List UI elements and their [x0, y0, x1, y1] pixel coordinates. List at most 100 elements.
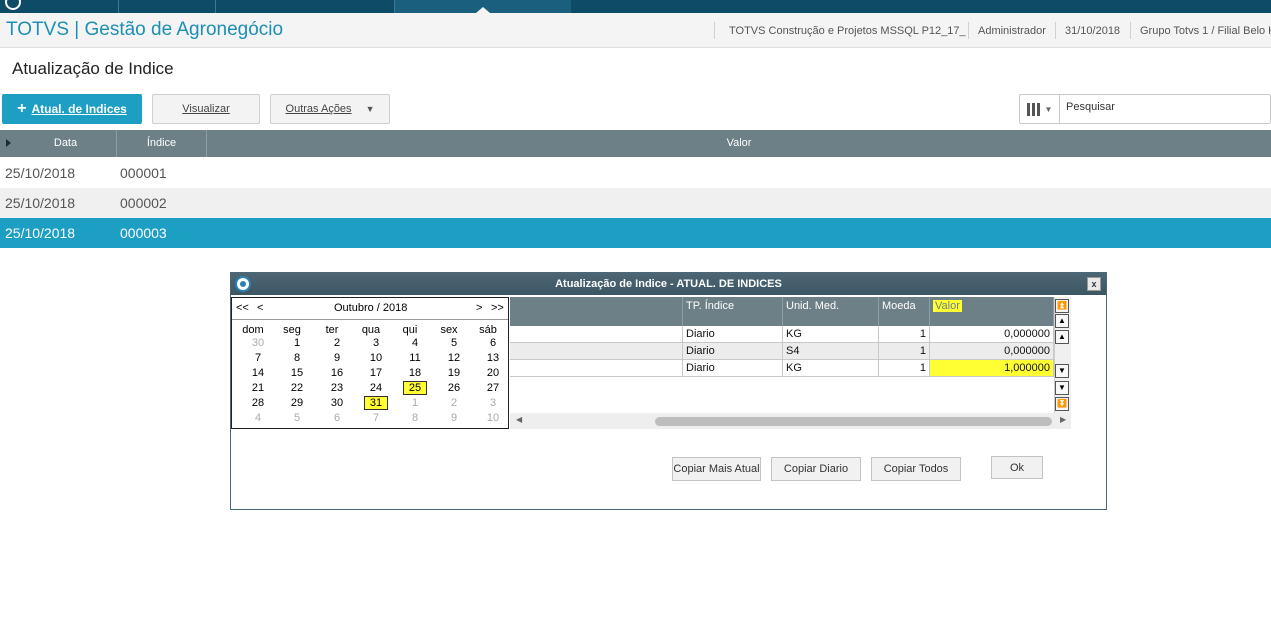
inner-cell-valor[interactable]: 0,000000: [930, 343, 1054, 360]
view-button[interactable]: Visualizar: [152, 94, 260, 124]
calendar-day[interactable]: 30: [246, 336, 270, 350]
calendar-day[interactable]: 2: [325, 336, 349, 350]
scroll-top-icon[interactable]: ⏫: [1055, 299, 1069, 313]
search-input[interactable]: Pesquisar: [1066, 101, 1115, 113]
table-row[interactable]: 25/10/2018 000001: [0, 158, 1271, 188]
calendar-day[interactable]: 23: [325, 381, 349, 395]
inner-column-header-valor[interactable]: Valor: [930, 297, 1054, 326]
calendar-day[interactable]: 8: [285, 351, 309, 365]
calendar-day[interactable]: 4: [403, 336, 427, 350]
scroll-page-up-icon[interactable]: ▲: [1055, 314, 1069, 328]
calendar-day[interactable]: 1: [285, 336, 309, 350]
copy-latest-button[interactable]: Copiar Mais Atual: [672, 457, 761, 481]
calendar-day[interactable]: 29: [285, 396, 309, 410]
calendar-day[interactable]: 7: [364, 411, 388, 425]
calendar-weekday-label: ter: [325, 324, 339, 336]
calendar-day[interactable]: 10: [481, 411, 505, 425]
scroll-left-icon[interactable]: ◀: [516, 415, 522, 424]
calendar-day[interactable]: 19: [442, 366, 466, 380]
calendar-day[interactable]: 10: [364, 351, 388, 365]
user-label[interactable]: Administrador: [978, 25, 1046, 37]
prev-year-button[interactable]: <<: [236, 302, 249, 314]
inner-cell-unid[interactable]: S4: [783, 343, 879, 360]
calendar-day[interactable]: 31: [364, 396, 388, 410]
inner-cell-unid[interactable]: KG: [783, 326, 879, 343]
calendar-day[interactable]: 15: [285, 366, 309, 380]
calendar-day[interactable]: 3: [481, 396, 505, 410]
next-year-button[interactable]: >>: [491, 302, 504, 314]
scroll-down-icon[interactable]: ▼: [1055, 364, 1069, 378]
inner-cell-blank[interactable]: [510, 360, 683, 377]
calendar-day[interactable]: 5: [442, 336, 466, 350]
calendar-day[interactable]: 12: [442, 351, 466, 365]
calendar-day[interactable]: 18: [403, 366, 427, 380]
cell-indice: 000001: [120, 165, 167, 181]
calendar-day[interactable]: 5: [285, 411, 309, 425]
add-index-button[interactable]: + Atual. de Indices: [2, 94, 142, 124]
calendar-day[interactable]: 8: [403, 411, 427, 425]
calendar-month-label: Outubro / 2018: [334, 302, 408, 314]
inner-column-header-tp-indice[interactable]: TP. Índice: [683, 297, 783, 326]
scroll-up-icon[interactable]: ▲: [1055, 330, 1069, 344]
close-icon[interactable]: x: [1087, 277, 1101, 291]
calendar-day[interactable]: 30: [325, 396, 349, 410]
calendar-day[interactable]: 2: [442, 396, 466, 410]
inner-column-header-blank[interactable]: [510, 297, 683, 326]
calendar-day[interactable]: 17: [364, 366, 388, 380]
inner-cell-blank[interactable]: [510, 326, 683, 343]
inner-cell-tp[interactable]: Diario: [683, 360, 783, 377]
date-label[interactable]: 31/10/2018: [1065, 25, 1120, 37]
inner-column-header-moeda[interactable]: Moeda: [879, 297, 930, 326]
cell-data: 25/10/2018: [5, 195, 76, 211]
calendar-day[interactable]: 24: [364, 381, 388, 395]
calendar-day[interactable]: 16: [325, 366, 349, 380]
inner-cell-valor[interactable]: 0,000000: [930, 326, 1054, 343]
scroll-bottom-icon[interactable]: ⏬: [1055, 397, 1069, 411]
copy-daily-button[interactable]: Copiar Diario: [771, 457, 861, 481]
scroll-page-down-icon[interactable]: ▼: [1055, 381, 1069, 395]
horizontal-scroll-thumb[interactable]: [655, 417, 1052, 426]
calendar-day[interactable]: 26: [442, 381, 466, 395]
calendar-day[interactable]: 22: [285, 381, 309, 395]
calendar-day[interactable]: 14: [246, 366, 270, 380]
scroll-right-icon[interactable]: ▶: [1060, 415, 1066, 424]
next-month-button[interactable]: >: [476, 302, 482, 314]
calendar-day[interactable]: 1: [403, 396, 427, 410]
calendar-day[interactable]: 20: [481, 366, 505, 380]
inner-column-header-unid-med[interactable]: Unid. Med.: [783, 297, 879, 326]
calendar-day[interactable]: 13: [481, 351, 505, 365]
ok-button[interactable]: Ok: [991, 456, 1043, 479]
inner-cell-moeda[interactable]: 1: [879, 326, 930, 343]
column-filter-toggle[interactable]: ▼: [1020, 95, 1060, 123]
inner-cell-tp[interactable]: Diario: [683, 343, 783, 360]
calendar-day[interactable]: 9: [325, 351, 349, 365]
inner-cell-blank[interactable]: [510, 343, 683, 360]
other-actions-button[interactable]: Outras Ações ▼: [270, 94, 390, 124]
table-row-selected[interactable]: 25/10/2018 000003: [0, 218, 1271, 248]
calendar-day[interactable]: 27: [481, 381, 505, 395]
calendar-day[interactable]: 11: [403, 351, 427, 365]
calendar-day[interactable]: 6: [481, 336, 505, 350]
calendar-day[interactable]: 4: [246, 411, 270, 425]
inner-cell-moeda[interactable]: 1: [879, 360, 930, 377]
copy-all-button[interactable]: Copiar Todos: [871, 457, 961, 481]
column-header-data[interactable]: Data: [15, 130, 117, 157]
calendar-day[interactable]: 28: [246, 396, 270, 410]
menu-circle-icon[interactable]: [5, 0, 21, 10]
cell-indice: 000003: [120, 225, 167, 241]
branch-label[interactable]: Grupo Totvs 1 / Filial Belo H: [1140, 25, 1271, 37]
column-header-indice[interactable]: Índice: [117, 130, 207, 157]
calendar-day[interactable]: 7: [246, 351, 270, 365]
inner-cell-tp[interactable]: Diario: [683, 326, 783, 343]
inner-cell-moeda[interactable]: 1: [879, 343, 930, 360]
calendar-day[interactable]: 9: [442, 411, 466, 425]
calendar-day[interactable]: 25: [403, 381, 427, 395]
calendar-day[interactable]: 21: [246, 381, 270, 395]
calendar-day[interactable]: 6: [325, 411, 349, 425]
calendar-day[interactable]: 3: [364, 336, 388, 350]
column-header-valor[interactable]: Valor: [207, 130, 1271, 157]
inner-cell-valor-highlighted[interactable]: 1,000000: [930, 360, 1054, 377]
prev-month-button[interactable]: <: [257, 302, 263, 314]
table-row[interactable]: 25/10/2018 000002: [0, 188, 1271, 218]
inner-cell-unid[interactable]: KG: [783, 360, 879, 377]
